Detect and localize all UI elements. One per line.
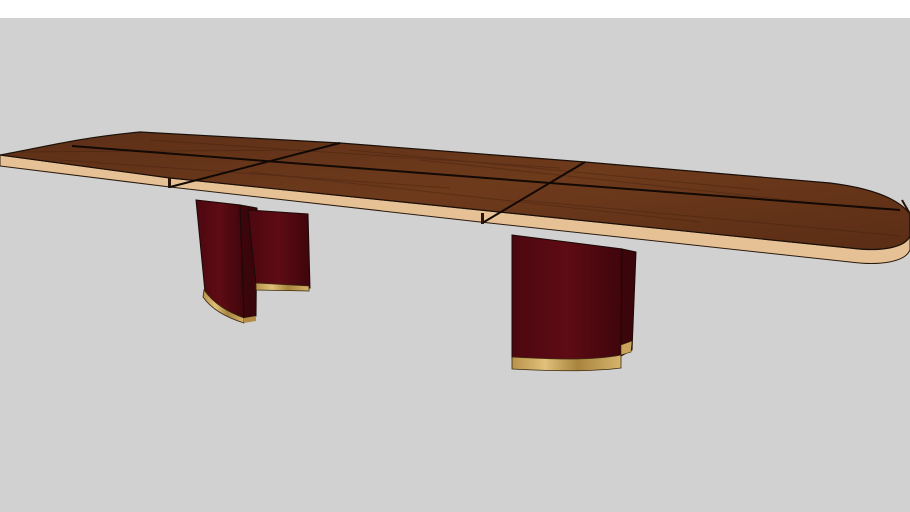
viewport-3d[interactable] bbox=[0, 0, 910, 512]
right-pedestal bbox=[511, 234, 637, 372]
left-pedestal bbox=[195, 199, 311, 324]
table-top bbox=[0, 131, 910, 264]
table-scene bbox=[0, 131, 910, 372]
